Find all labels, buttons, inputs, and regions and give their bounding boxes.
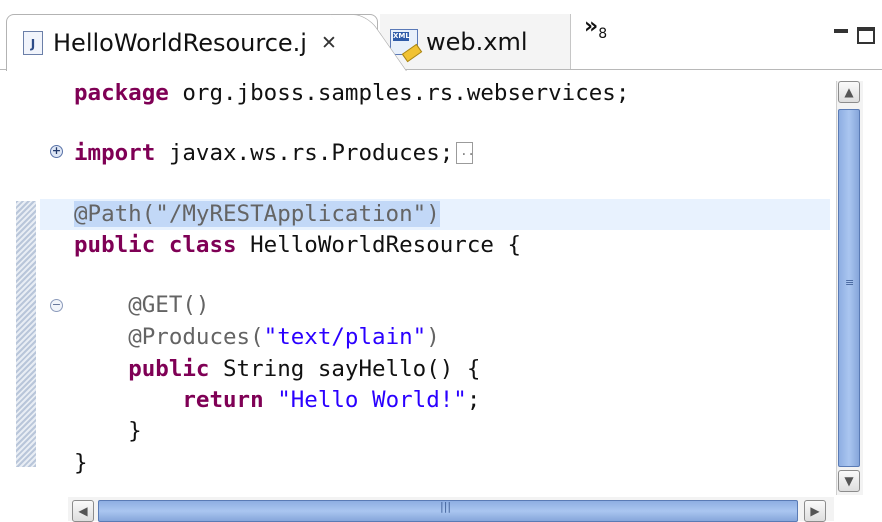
tab-helloworldresource[interactable]: J HelloWorldResource.j ✕	[6, 14, 378, 71]
keyword: return	[182, 387, 264, 413]
keyword: class	[168, 232, 237, 258]
string-literal: "text/plain"	[263, 324, 427, 350]
scroll-right-icon[interactable]: ▶	[804, 500, 826, 522]
code-text: org.jboss.samples.rs.webservices;	[168, 80, 630, 106]
code-line-class-close[interactable]: }	[74, 448, 88, 478]
annotation: @GET()	[128, 292, 210, 318]
code-text: ;	[466, 387, 481, 413]
code-line-import[interactable]: import javax.ws.rs.Produces;	[74, 136, 475, 168]
overflow-count: 8	[598, 26, 608, 42]
code-line-package[interactable]: package org.jboss.samples.rs.webservices…	[74, 78, 629, 108]
code-text: javax.ws.rs.Produces;	[155, 140, 454, 166]
annotation-ruler	[16, 201, 36, 467]
collapsed-block-icon[interactable]	[456, 136, 475, 166]
code-line-produces-annotation[interactable]: @Produces("text/plain")	[74, 322, 440, 352]
tab-overflow-button[interactable]: »8	[584, 14, 634, 50]
minimize-icon[interactable]	[834, 29, 848, 33]
code-text: }	[74, 418, 142, 444]
code-line-method-close[interactable]: }	[74, 416, 142, 446]
scroll-down-icon[interactable]: ▼	[838, 470, 860, 492]
fold-collapse-icon[interactable]: −	[50, 299, 63, 312]
code-line-method-declaration[interactable]: public String sayHello() {	[74, 354, 480, 384]
code-editor[interactable]: package org.jboss.samples.rs.webservices…	[0, 70, 882, 521]
keyword: public	[128, 356, 210, 382]
annotation: @Produces(	[128, 324, 264, 350]
tab-title: web.xml	[426, 28, 528, 56]
code-line-return-statement[interactable]: return "Hello World!";	[74, 385, 480, 415]
grip-icon: ≡	[845, 276, 855, 289]
scroll-left-icon[interactable]: ◀	[72, 500, 94, 522]
scroll-up-icon[interactable]: ▲	[838, 81, 860, 103]
annotation-close: )	[426, 324, 440, 350]
grip-icon: |||	[440, 500, 452, 513]
java-file-icon: J	[23, 31, 43, 55]
close-icon[interactable]: ✕	[321, 32, 337, 54]
keyword: import	[74, 140, 156, 166]
fold-expand-icon[interactable]: +	[50, 145, 63, 158]
selected-annotation: @Path("/MyRESTApplication")	[74, 201, 440, 227]
xml-file-icon: XML	[390, 29, 423, 63]
editor-tab-bar: J HelloWorldResource.j ✕ XML web.xml »8	[0, 0, 882, 71]
tab-title: HelloWorldResource.j	[53, 29, 307, 57]
maximize-icon[interactable]	[857, 27, 875, 44]
tab-web-xml[interactable]: XML web.xml	[380, 14, 571, 70]
code-line-get-annotation[interactable]: @GET()	[74, 290, 209, 320]
code-line-class-declaration[interactable]: public class HelloWorldResource {	[74, 230, 521, 260]
code-text: }	[74, 450, 88, 476]
string-literal: "Hello World!"	[263, 387, 467, 413]
code-text: String sayHello() {	[209, 356, 481, 382]
code-text: HelloWorldResource {	[236, 232, 522, 258]
chevron-icon: »	[584, 14, 599, 39]
code-line-path-annotation[interactable]: @Path("/MyRESTApplication")	[74, 199, 440, 229]
keyword: public	[74, 232, 156, 258]
keyword: package	[74, 80, 169, 106]
